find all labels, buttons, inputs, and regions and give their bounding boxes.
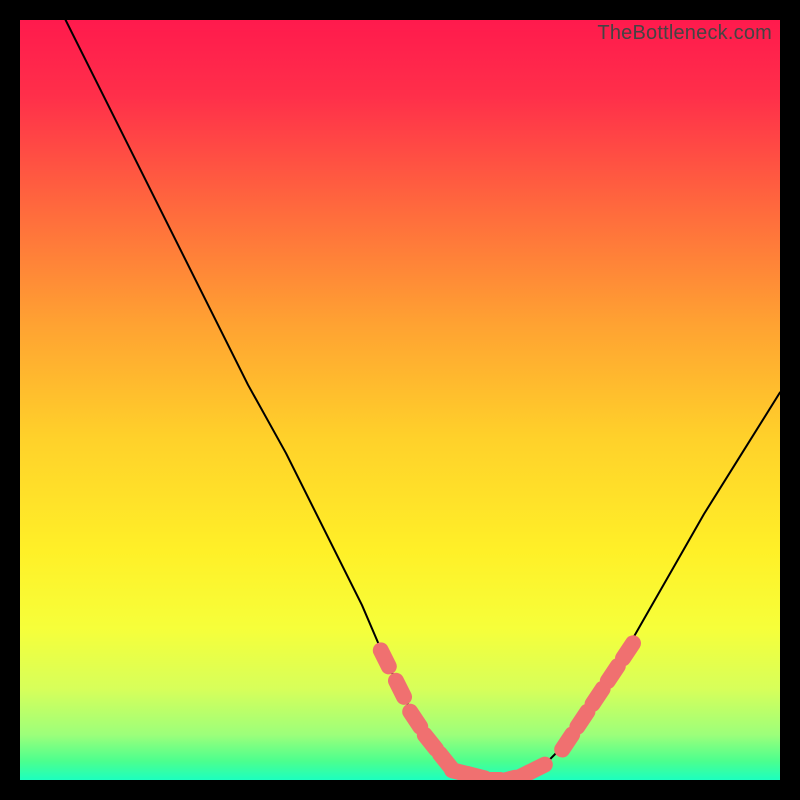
data-point (381, 650, 389, 666)
data-point (562, 735, 572, 750)
gradient-background (20, 20, 780, 780)
data-point (608, 666, 618, 681)
data-point (593, 689, 603, 704)
watermark-text: TheBottleneck.com (597, 22, 772, 45)
chart-canvas (20, 20, 780, 780)
data-point (529, 765, 545, 773)
data-point (396, 681, 404, 697)
chart-frame: TheBottleneck.com (0, 0, 800, 800)
data-point (410, 712, 420, 727)
data-point (577, 712, 587, 727)
data-point (623, 643, 633, 658)
data-point (425, 735, 436, 749)
plot-area: TheBottleneck.com (20, 20, 780, 780)
